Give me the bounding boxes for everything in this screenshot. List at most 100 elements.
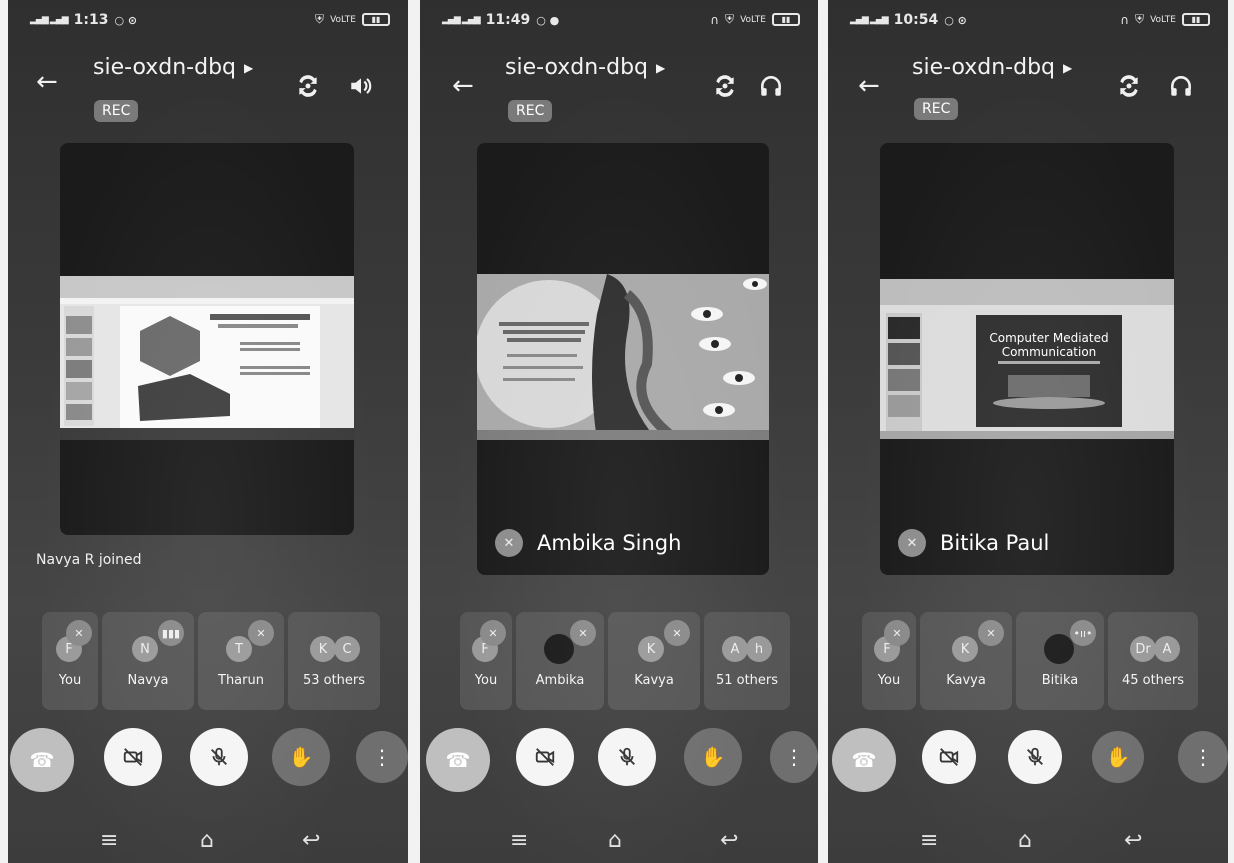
recording-badge: REC bbox=[508, 100, 553, 122]
participant-tile-you[interactable]: F ✕ You bbox=[460, 612, 512, 710]
switch-camera-icon[interactable] bbox=[712, 73, 738, 105]
mic-off-icon: ✕ bbox=[248, 620, 274, 646]
notification-icons: ○ ⊙ bbox=[944, 13, 967, 27]
meeting-title[interactable]: sie-oxdn-dbq ▶ bbox=[93, 55, 253, 80]
notification-icons: ○ ● bbox=[536, 13, 560, 27]
clock: 1:13 bbox=[73, 12, 109, 28]
caret-right-icon: ▶ bbox=[244, 60, 254, 75]
camera-off-icon bbox=[535, 748, 555, 766]
raise-hand-button[interactable]: ✋ bbox=[684, 728, 742, 786]
clock: 11:49 bbox=[485, 12, 531, 28]
home-icon[interactable]: ⌂ bbox=[200, 828, 214, 853]
home-icon[interactable]: ⌂ bbox=[608, 828, 622, 853]
participant-label: You bbox=[474, 673, 498, 688]
more-vert-icon: ⋮ bbox=[1193, 745, 1213, 769]
participant-tile-ambika[interactable]: ✕ Ambika bbox=[516, 612, 604, 710]
phone-screen-1: ▂▄▆ ▂▄▆ 1:13 ○ ⊙ ⛨ VoLTE ▮▮ ← sie-oxdn-dbq ▶ … bbox=[8, 0, 408, 863]
participant-label: Kavya bbox=[634, 673, 674, 688]
shared-screen-content bbox=[60, 276, 354, 440]
end-call-button[interactable]: ☎ bbox=[10, 728, 74, 792]
alarm-icon: ⛨ bbox=[725, 12, 735, 26]
speaker-icon[interactable] bbox=[348, 73, 374, 105]
more-vert-icon: ⋮ bbox=[784, 745, 804, 769]
volte-icon: VoLTE bbox=[330, 14, 356, 25]
mic-off-icon: ✕ bbox=[495, 529, 523, 557]
avatar: N bbox=[132, 636, 158, 662]
back-arrow-icon[interactable]: ← bbox=[36, 69, 58, 95]
avatar-photo bbox=[1044, 634, 1074, 664]
more-vert-icon: ⋮ bbox=[372, 745, 392, 769]
speaking-indicator-icon: ▮▮▮ bbox=[158, 620, 184, 646]
volte-icon: VoLTE bbox=[1150, 14, 1176, 25]
recent-apps-icon[interactable]: ≡ bbox=[100, 828, 118, 853]
mic-off-icon: ✕ bbox=[978, 620, 1004, 646]
camera-toggle-button[interactable] bbox=[104, 728, 162, 786]
raise-hand-button[interactable]: ✋ bbox=[272, 728, 330, 786]
home-icon[interactable]: ⌂ bbox=[1018, 828, 1032, 853]
mic-toggle-button[interactable] bbox=[1008, 730, 1062, 784]
participant-tile-bitika[interactable]: •ıı• Bitika bbox=[1016, 612, 1104, 710]
switch-camera-icon[interactable] bbox=[1116, 73, 1142, 105]
participant-tile-you[interactable]: F ✕ You bbox=[862, 612, 916, 710]
meeting-title[interactable]: sie-oxdn-dbq ▶ bbox=[505, 55, 665, 80]
back-nav-icon[interactable]: ↩ bbox=[720, 828, 738, 853]
camera-toggle-button[interactable] bbox=[922, 730, 976, 784]
headset-status-icon: ∩ bbox=[710, 12, 720, 27]
participant-tile-tharun[interactable]: T ✕ Tharun bbox=[198, 612, 284, 710]
participant-tile-kavya[interactable]: K ✕ Kavya bbox=[920, 612, 1012, 710]
participant-tile-others[interactable]: Dr A 45 others bbox=[1108, 612, 1198, 710]
participant-label: 53 others bbox=[302, 673, 366, 688]
participant-label: 45 others bbox=[1121, 673, 1185, 688]
participant-label: 51 others bbox=[715, 673, 779, 688]
mic-off-icon: ✕ bbox=[66, 620, 92, 646]
meeting-title[interactable]: sie-oxdn-dbq ▶ bbox=[912, 55, 1072, 80]
avatar: K bbox=[952, 636, 978, 662]
more-options-button[interactable]: ⋮ bbox=[356, 731, 408, 783]
recent-apps-icon[interactable]: ≡ bbox=[510, 828, 528, 853]
raise-hand-icon: ✋ bbox=[288, 745, 314, 769]
mic-toggle-button[interactable] bbox=[598, 728, 656, 786]
end-call-button[interactable]: ☎ bbox=[426, 728, 490, 792]
participant-tile-others[interactable]: A h 51 others bbox=[704, 612, 790, 710]
caret-right-icon: ▶ bbox=[656, 60, 666, 75]
raise-hand-button[interactable]: ✋ bbox=[1092, 731, 1144, 783]
camera-toggle-button[interactable] bbox=[516, 728, 574, 786]
headset-status-icon: ∩ bbox=[1120, 12, 1130, 27]
raise-hand-icon: ✋ bbox=[700, 745, 726, 769]
participant-label: You bbox=[877, 673, 901, 688]
caret-right-icon: ▶ bbox=[1063, 60, 1073, 75]
avatar: T bbox=[226, 636, 252, 662]
back-nav-icon[interactable]: ↩ bbox=[1124, 828, 1142, 853]
camera-off-icon bbox=[123, 748, 143, 766]
participant-label: Kavya bbox=[946, 673, 986, 688]
volte-icon: VoLTE bbox=[740, 14, 766, 25]
back-arrow-icon[interactable]: ← bbox=[858, 73, 880, 99]
participant-label: Tharun bbox=[218, 673, 264, 688]
more-options-button[interactable]: ⋮ bbox=[1178, 731, 1228, 783]
presenter-label: ✕ Bitika Paul bbox=[898, 529, 1049, 557]
participant-label: Ambika bbox=[535, 673, 585, 688]
mic-toggle-button[interactable] bbox=[190, 728, 248, 786]
participant-tile-navya[interactable]: N ▮▮▮ Navya bbox=[102, 612, 194, 710]
participant-label: Bitika bbox=[1041, 673, 1079, 688]
headphones-icon[interactable] bbox=[758, 73, 784, 105]
back-arrow-icon[interactable]: ← bbox=[452, 73, 474, 99]
participant-tile-kavya[interactable]: K ✕ Kavya bbox=[608, 612, 700, 710]
phone-screen-2: ▂▄▆ ▂▄▆ 11:49 ○ ● ∩ ⛨ VoLTE ▮▮ ← sie-oxdn-dbq… bbox=[420, 0, 818, 863]
slide-title: Computer Mediated Communication bbox=[989, 331, 1109, 359]
join-toast: Navya R joined bbox=[36, 552, 142, 568]
presenter-name: Bitika Paul bbox=[940, 531, 1050, 555]
end-call-icon: ☎ bbox=[851, 748, 877, 772]
recent-apps-icon[interactable]: ≡ bbox=[920, 828, 938, 853]
switch-camera-icon[interactable] bbox=[295, 73, 321, 105]
shared-screen-stage: Computer Mediated Communication ✕ Bitika… bbox=[880, 143, 1174, 575]
back-nav-icon[interactable]: ↩ bbox=[302, 828, 320, 853]
participant-tile-others[interactable]: K C 53 others bbox=[288, 612, 380, 710]
signal-icon: ▂▄▆ ▂▄▆ bbox=[442, 15, 481, 25]
battery-icon: ▮▮ bbox=[772, 13, 800, 26]
mic-off-icon: ✕ bbox=[570, 620, 596, 646]
participant-tile-you[interactable]: F ✕ You bbox=[42, 612, 98, 710]
more-options-button[interactable]: ⋮ bbox=[770, 731, 818, 783]
end-call-button[interactable]: ☎ bbox=[832, 728, 896, 792]
headphones-icon[interactable] bbox=[1168, 73, 1194, 105]
